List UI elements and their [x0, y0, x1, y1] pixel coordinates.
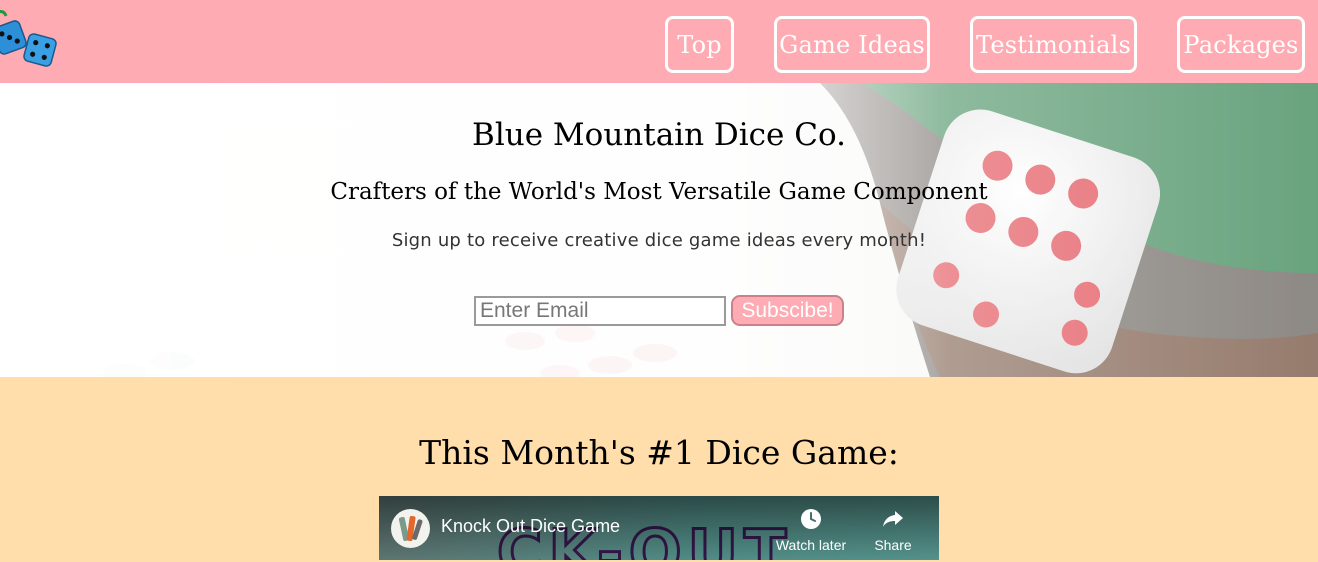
subscribe-button[interactable]: Subscibe!	[731, 295, 844, 326]
share-label: Share	[874, 537, 912, 553]
featured-game-section: This Month's #1 Dice Game: CK-OUT Knock …	[0, 377, 1318, 562]
hero-section: Blue Mountain Dice Co. Crafters of the W…	[0, 83, 1318, 377]
share-button[interactable]: Share	[865, 508, 921, 553]
section-heading: This Month's #1 Dice Game:	[419, 433, 899, 472]
signup-prompt: Sign up to receive creative dice game id…	[391, 230, 927, 251]
watch-later-label: Watch later	[775, 537, 847, 553]
site-header: Top Game Ideas Testimonials Packages	[0, 0, 1318, 83]
video-player[interactable]: CK-OUT Knock Out Dice Game Watch later S…	[379, 496, 939, 560]
dice-logo-icon[interactable]	[0, 8, 64, 72]
watch-later-button[interactable]: Watch later	[775, 508, 847, 553]
nav-testimonials-button[interactable]: Testimonials	[970, 16, 1137, 73]
email-field[interactable]	[474, 296, 726, 326]
nav-packages-button[interactable]: Packages	[1177, 16, 1305, 73]
page-title: Blue Mountain Dice Co.	[472, 117, 846, 153]
page-subtitle: Crafters of the World's Most Versatile G…	[330, 179, 988, 205]
crayons-icon	[398, 515, 423, 542]
channel-avatar[interactable]	[391, 509, 430, 548]
nav-game-ideas-button[interactable]: Game Ideas	[774, 16, 930, 73]
video-title[interactable]: Knock Out Dice Game	[441, 516, 620, 537]
nav-top-button[interactable]: Top	[665, 16, 734, 73]
share-arrow-icon	[883, 511, 903, 527]
clock-icon	[801, 509, 821, 529]
